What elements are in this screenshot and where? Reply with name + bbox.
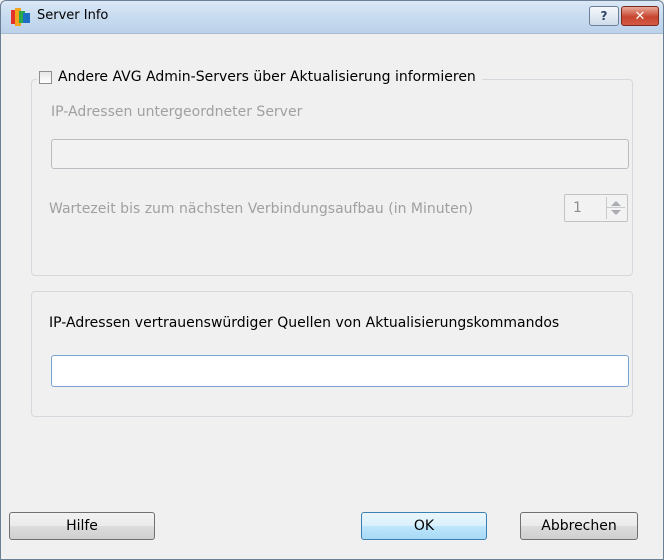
help-button[interactable]: Hilfe: [9, 512, 155, 540]
spin-up-icon[interactable]: [611, 201, 621, 206]
window-title: Server Info: [37, 8, 109, 23]
ok-button[interactable]: OK: [361, 512, 487, 540]
wait-time-spinner[interactable]: 1: [564, 194, 628, 222]
wait-time-label: Wartezeit bis zum nächsten Verbindungsau…: [49, 201, 474, 217]
spinner-divider: [607, 207, 625, 208]
cancel-button[interactable]: Abbrechen: [520, 512, 638, 540]
forward-servers-legend[interactable]: Andere AVG Admin-Servers über Aktualisie…: [37, 65, 482, 89]
trusted-sources-group: [31, 291, 633, 417]
subordinate-ip-input[interactable]: [51, 139, 629, 169]
trusted-sources-label: IP-Adressen vertrauenswürdiger Quellen v…: [49, 315, 560, 331]
spin-down-icon[interactable]: [611, 210, 621, 215]
trusted-sources-input[interactable]: [51, 355, 629, 387]
server-info-dialog: Server Info ? ✕ Andere AVG Admin-Servers…: [0, 0, 664, 560]
forward-servers-checkbox-label[interactable]: Andere AVG Admin-Servers über Aktualisie…: [58, 69, 476, 85]
help-icon[interactable]: ?: [589, 6, 619, 26]
subordinate-ip-label: IP-Adressen untergeordneter Server: [51, 104, 303, 120]
forward-servers-checkbox[interactable]: [39, 70, 52, 84]
close-icon[interactable]: ✕: [621, 6, 659, 26]
title-bar[interactable]: Server Info ? ✕: [1, 1, 663, 34]
avg-logo-icon: [11, 8, 30, 26]
wait-time-value[interactable]: 1: [573, 200, 582, 216]
spinner-arrows[interactable]: [606, 197, 625, 219]
